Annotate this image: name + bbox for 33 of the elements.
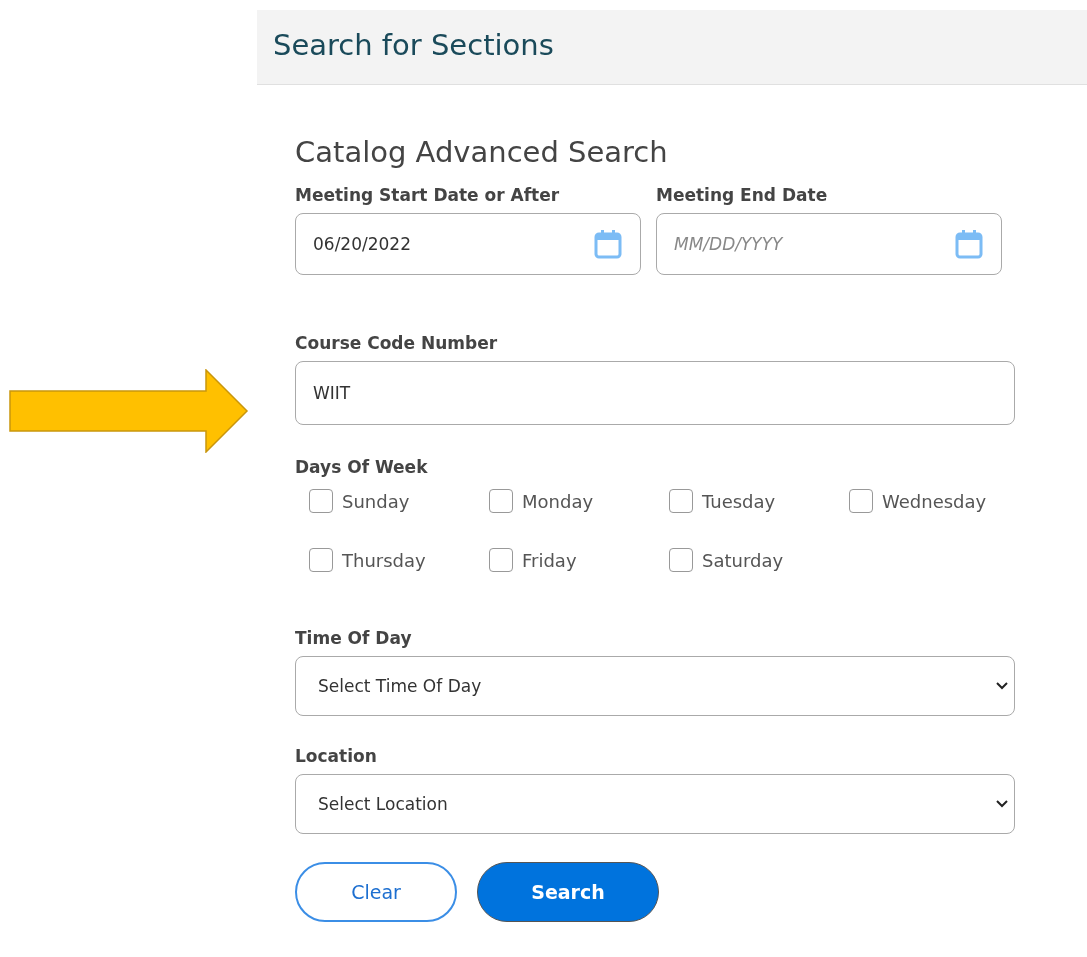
checkbox-label[interactable]: Thursday (342, 549, 426, 571)
checkbox-label[interactable]: Monday (522, 490, 594, 512)
course-code-field[interactable]: WIIT (295, 361, 1015, 425)
field-label: Days Of Week (295, 457, 429, 477)
checkbox-label[interactable]: Wednesday (882, 490, 987, 512)
end-date-field[interactable]: MM/DD/YYYY (656, 213, 1002, 275)
checkbox-label[interactable]: Friday (522, 549, 577, 571)
location-dropdown[interactable]: Select Location (295, 774, 1015, 834)
chevron-down-icon (996, 682, 1008, 690)
checkbox[interactable] (849, 489, 873, 513)
checkbox[interactable] (489, 548, 513, 572)
search-button[interactable]: Search (477, 862, 659, 922)
form-title: Catalog Advanced Search (295, 135, 669, 169)
calendar-icon[interactable] (594, 229, 622, 259)
page-title: Search for Sections (272, 27, 554, 62)
field-label: Meeting End Date (656, 185, 829, 205)
checkbox[interactable] (309, 489, 333, 513)
checkbox-label[interactable]: Tuesday (702, 490, 776, 512)
start-date-field[interactable]: 06/20/2022 (295, 213, 641, 275)
field-label: Course Code Number (295, 333, 499, 353)
checkbox-label[interactable]: Saturday (702, 549, 784, 571)
checkbox[interactable] (489, 489, 513, 513)
checkbox[interactable] (309, 548, 333, 572)
checkbox-label[interactable]: Sunday (342, 490, 410, 512)
chevron-down-icon (996, 800, 1008, 808)
clear-button[interactable]: Clear (295, 862, 457, 922)
field-label: Time Of Day (295, 628, 413, 648)
field-label: Meeting Start Date or After (295, 185, 561, 205)
field-label: Location (295, 746, 378, 766)
time-of-day-dropdown[interactable]: Select Time Of Day (295, 656, 1015, 716)
calendar-icon[interactable] (955, 229, 983, 259)
checkbox[interactable] (669, 548, 693, 572)
checkbox[interactable] (669, 489, 693, 513)
